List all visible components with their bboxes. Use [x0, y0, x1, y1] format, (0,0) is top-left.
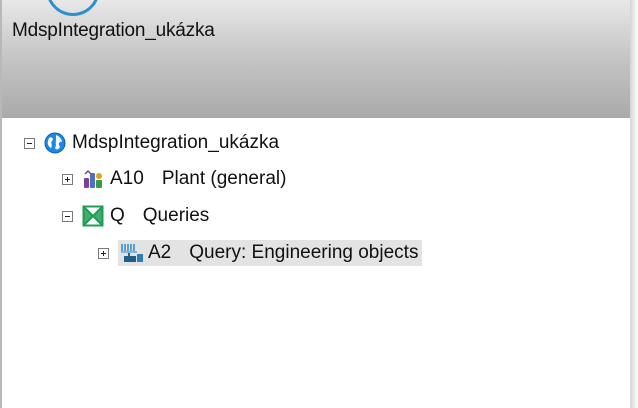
project-tree: MdspIntegration_ukázka A10 Plant (genera…: [2, 118, 630, 408]
tree-node-root[interactable]: MdspIntegration_ukázka: [24, 128, 279, 158]
collapse-root-toggle[interactable]: [24, 137, 35, 149]
query-code: A2: [148, 242, 172, 263]
app-window: MdspIntegration_ukázka MdspIntegration_u…: [0, 0, 630, 408]
tree-node-query[interactable]: A2 Query: Engineering objects: [98, 238, 423, 268]
queries-icon: [82, 205, 104, 227]
root-label: MdspIntegration_ukázka: [72, 132, 280, 153]
query-engineering-objects-icon: [120, 242, 143, 264]
query-label: Query: Engineering objects: [189, 242, 419, 263]
globe-icon: [44, 132, 66, 154]
expand-plant-toggle[interactable]: [62, 173, 73, 185]
title-bar: MdspIntegration_ukázka: [2, 0, 630, 119]
tree-node-queries[interactable]: Q Queries: [62, 201, 209, 231]
tree-node-plant[interactable]: A10 Plant (general): [62, 164, 286, 194]
queries-code: Q: [110, 205, 125, 226]
window-shadow: [630, 0, 638, 408]
expand-query-toggle[interactable]: [98, 247, 109, 259]
plant-icon: [82, 168, 104, 190]
plant-label: Plant (general): [161, 168, 287, 189]
selected-node-highlight[interactable]: A2 Query: Engineering objects: [118, 240, 423, 266]
plant-code: A10: [110, 168, 144, 189]
queries-label: Queries: [142, 205, 210, 226]
collapse-queries-toggle[interactable]: [62, 210, 73, 222]
window-title: MdspIntegration_ukázka: [12, 20, 215, 41]
